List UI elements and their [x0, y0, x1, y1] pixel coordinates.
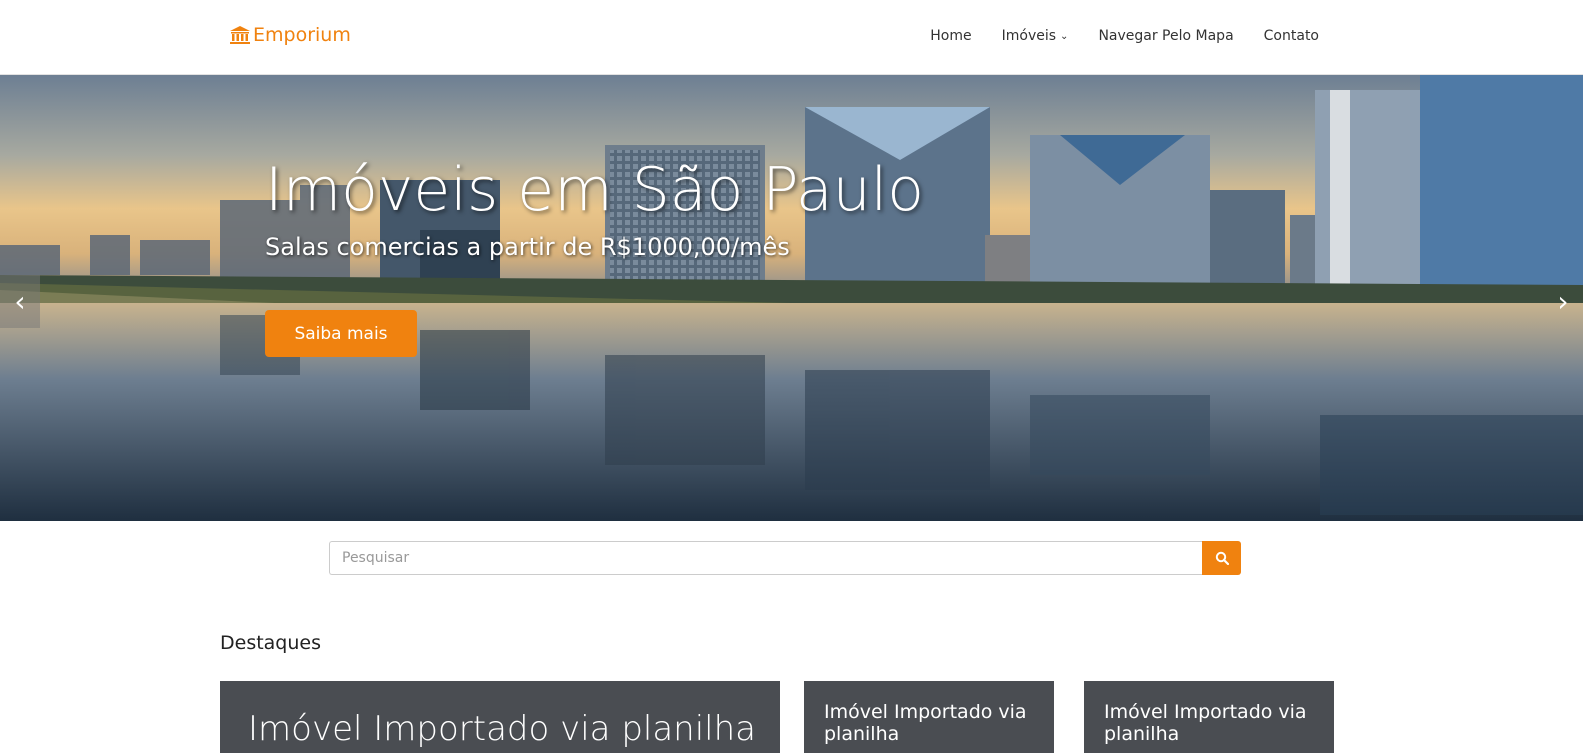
chevron-down-icon: ⌄	[1060, 30, 1069, 42]
navbar: Emporium Home Imóveis ⌄ Navegar Pelo Mapa…	[0, 0, 1583, 75]
hero-title: Imóveis em São Paulo	[265, 155, 925, 225]
brand-logo[interactable]: Emporium	[229, 24, 351, 46]
nav-home[interactable]: Home	[930, 28, 971, 44]
featured-card[interactable]: Imóvel Importado via planilha	[220, 681, 780, 753]
nav-imoveis[interactable]: Imóveis ⌄	[1002, 28, 1069, 44]
bank-icon	[230, 26, 250, 44]
featured-card-title: Imóvel Importado via planilha	[1104, 701, 1307, 745]
carousel-prev-button[interactable]: ‹	[0, 275, 40, 328]
featured-card[interactable]: Imóvel Importado via planilha	[1084, 681, 1334, 753]
featured-section-title: Destaques	[220, 632, 322, 654]
main-nav: Home Imóveis ⌄ Navegar Pelo Mapa Contato	[900, 28, 1319, 44]
nav-imoveis-label: Imóveis	[1001, 28, 1057, 44]
featured-card-title: Imóvel Importado via planilha	[248, 709, 757, 749]
search-icon	[1215, 551, 1229, 565]
nav-contato[interactable]: Contato	[1264, 28, 1319, 44]
hero-carousel: Imóveis em São Paulo Salas comercias a p…	[0, 75, 1583, 521]
search-bar	[329, 541, 1241, 575]
brand-name: Emporium	[253, 24, 351, 46]
carousel-next-button[interactable]: ›	[1543, 275, 1583, 328]
featured-card-title: Imóvel Importado via planilha	[824, 701, 1027, 745]
saiba-mais-button[interactable]: Saiba mais	[265, 310, 417, 357]
featured-card[interactable]: Imóvel Importado via planilha	[804, 681, 1054, 753]
nav-mapa[interactable]: Navegar Pelo Mapa	[1098, 28, 1233, 44]
chevron-right-icon: ›	[1557, 285, 1569, 318]
chevron-left-icon: ‹	[14, 285, 26, 318]
search-button[interactable]	[1202, 541, 1241, 575]
search-input[interactable]	[329, 541, 1202, 575]
hero-background-image	[0, 75, 1583, 521]
hero-subtitle: Salas comercias a partir de R$1000,00/mê…	[265, 233, 790, 261]
